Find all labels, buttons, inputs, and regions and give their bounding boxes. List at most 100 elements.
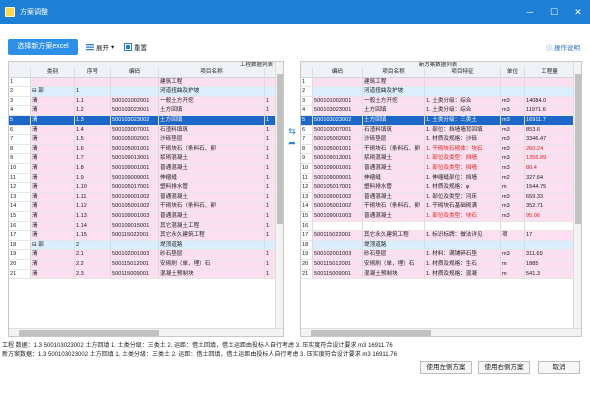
left-cell: 浆砌混凝土 bbox=[159, 154, 265, 164]
left-cell: 1 bbox=[75, 87, 111, 97]
left-cell: 沙砾垫层 bbox=[159, 135, 265, 145]
expand-button[interactable]: 展开 ▾ bbox=[86, 41, 114, 53]
right-cell bbox=[425, 221, 501, 232]
left-column-header[interactable] bbox=[9, 68, 31, 78]
right-cell bbox=[425, 77, 501, 88]
right-cell: 80.4 bbox=[525, 164, 575, 174]
list-icon bbox=[86, 43, 94, 51]
left-vertical-scrollbar[interactable] bbox=[275, 62, 283, 336]
left-column-header[interactable]: 类别 bbox=[31, 68, 75, 78]
right-cell bbox=[525, 240, 575, 251]
left-cell: 其它永久建筑工程 bbox=[159, 231, 265, 241]
right-cell: 1. 部位及类型：块石 bbox=[425, 212, 501, 222]
left-cell: 2 bbox=[75, 240, 111, 251]
right-cell: 1. 土类分级：三类土 bbox=[425, 116, 501, 126]
left-column-header[interactable]: 序号 bbox=[75, 68, 111, 78]
right-vertical-scrollbar[interactable] bbox=[573, 62, 581, 336]
left-cell: 清 bbox=[31, 192, 75, 203]
right-cell: 500109001001 bbox=[313, 164, 363, 174]
right-cell: 一般土方开挖 bbox=[363, 96, 425, 107]
right-cell bbox=[313, 221, 363, 232]
copy-left-arrow-icon[interactable]: ⇆ bbox=[286, 126, 298, 137]
right-cell: 5 bbox=[301, 116, 313, 126]
reset-label: 重置 bbox=[134, 45, 147, 52]
left-cell: 1.14 bbox=[75, 221, 111, 232]
right-cell: 500109001003 bbox=[313, 212, 363, 222]
left-horizontal-scrollbar[interactable] bbox=[9, 328, 283, 336]
left-cell: 5 bbox=[9, 116, 31, 126]
left-cell: 1.2 bbox=[75, 106, 111, 116]
left-cell bbox=[111, 77, 159, 88]
left-cell: 1 bbox=[9, 77, 31, 88]
left-cell: 500109001001 bbox=[111, 164, 159, 174]
left-cell: 清 bbox=[31, 154, 75, 164]
left-cell: 清 bbox=[31, 269, 75, 280]
left-cell: 7 bbox=[9, 135, 31, 145]
select-excel-button[interactable]: 选择新方案excel bbox=[8, 39, 78, 55]
right-cell: 500101002001 bbox=[313, 96, 363, 107]
right-cell: 普通混凝土 bbox=[363, 192, 425, 203]
right-column-header[interactable]: 单位 bbox=[501, 68, 525, 78]
right-cell: 500115022001 bbox=[313, 231, 363, 241]
right-column-header[interactable]: 工程量 bbox=[525, 68, 575, 78]
maximize-button[interactable]: ☐ bbox=[542, 0, 566, 24]
left-cell: 建筑工程 bbox=[159, 77, 265, 88]
left-cell: 10 bbox=[9, 164, 31, 174]
left-cell: 1.13 bbox=[75, 212, 111, 222]
right-cell bbox=[313, 240, 363, 251]
right-column-header[interactable]: 项目名称 bbox=[363, 68, 425, 78]
left-cell: 清 bbox=[31, 164, 75, 174]
right-horizontal-scrollbar[interactable] bbox=[301, 328, 581, 336]
left-column-header[interactable]: 项目名称 bbox=[159, 68, 265, 78]
left-cell: 500105017001 bbox=[111, 183, 159, 193]
right-cell: 500109009001 bbox=[313, 173, 363, 184]
use-left-plan-button[interactable]: 使用左侧方案 bbox=[420, 361, 472, 374]
left-cell: 清 bbox=[31, 260, 75, 270]
right-cell: 塑料排水管 bbox=[363, 183, 425, 193]
left-cell: 500109015001 bbox=[111, 221, 159, 232]
right-cell: 14 bbox=[301, 202, 313, 212]
right-cell: m3 bbox=[501, 125, 525, 136]
right-cell: 352.71 bbox=[525, 202, 575, 212]
left-cell: 清 bbox=[31, 96, 75, 107]
left-pane: 工程数据列表 类别 序号 编码 项目名称 1 建筑工程 2 ⊟ 部 1 河道扭曲及护坡 3 清 1.1 5… bbox=[8, 61, 284, 337]
left-cell: 8 bbox=[9, 144, 31, 155]
right-cell: m3 bbox=[501, 212, 525, 222]
right-column-header[interactable]: 项目特征 bbox=[425, 68, 501, 78]
right-cell bbox=[501, 221, 525, 232]
right-cell: 500109001002 bbox=[313, 192, 363, 203]
left-cell: 500115022001 bbox=[111, 231, 159, 241]
right-column-header[interactable] bbox=[301, 68, 313, 78]
right-cell: 500102001003 bbox=[313, 250, 363, 260]
left-cell: 干砌块石（条料石、卵 bbox=[159, 202, 265, 212]
right-cell bbox=[501, 87, 525, 97]
right-cell: 1356.89 bbox=[525, 154, 575, 164]
right-pane: 新方案数据列表 编码 项目名称 项目特征 单位 工程量 1 建筑工程 2 河道扭曲及护坡 3 500… bbox=[300, 61, 582, 337]
right-cell: 6 bbox=[301, 125, 313, 136]
left-cell bbox=[75, 77, 111, 88]
minimize-button[interactable]: ─ bbox=[518, 0, 542, 24]
right-cell: 13 bbox=[301, 192, 313, 203]
title-bar: 方案调整 ─ ☐ ✕ bbox=[0, 0, 590, 24]
left-cell: 13 bbox=[9, 192, 31, 203]
left-cell: 1.7 bbox=[75, 154, 111, 164]
right-cell: m bbox=[501, 183, 525, 193]
cancel-button[interactable]: 取消 bbox=[538, 361, 580, 374]
left-cell: 500103023002 bbox=[111, 116, 159, 126]
left-cell: 18 bbox=[9, 240, 31, 251]
right-cell: m2 bbox=[501, 173, 525, 184]
right-column-header[interactable]: 编码 bbox=[313, 68, 363, 78]
right-cell: 伸缩缝 bbox=[363, 173, 425, 184]
left-column-header[interactable]: 编码 bbox=[111, 68, 159, 78]
use-right-plan-button[interactable]: 使用右侧方案 bbox=[478, 361, 530, 374]
reset-button[interactable]: 重置 bbox=[124, 41, 147, 53]
left-cell: 1.9 bbox=[75, 173, 111, 184]
close-button[interactable]: ✕ bbox=[566, 0, 590, 24]
left-cell: 清 bbox=[31, 250, 75, 260]
left-cell: 清 bbox=[31, 221, 75, 232]
left-cell: 安砌刷（单，埋）石 bbox=[159, 260, 265, 270]
copy-right-arrow-icon[interactable]: ➦ bbox=[286, 138, 298, 149]
right-cell: m bbox=[501, 269, 525, 280]
help-link[interactable]: ⓘ 操作说明 bbox=[546, 42, 580, 52]
left-cell: 普通混凝土 bbox=[159, 192, 265, 203]
